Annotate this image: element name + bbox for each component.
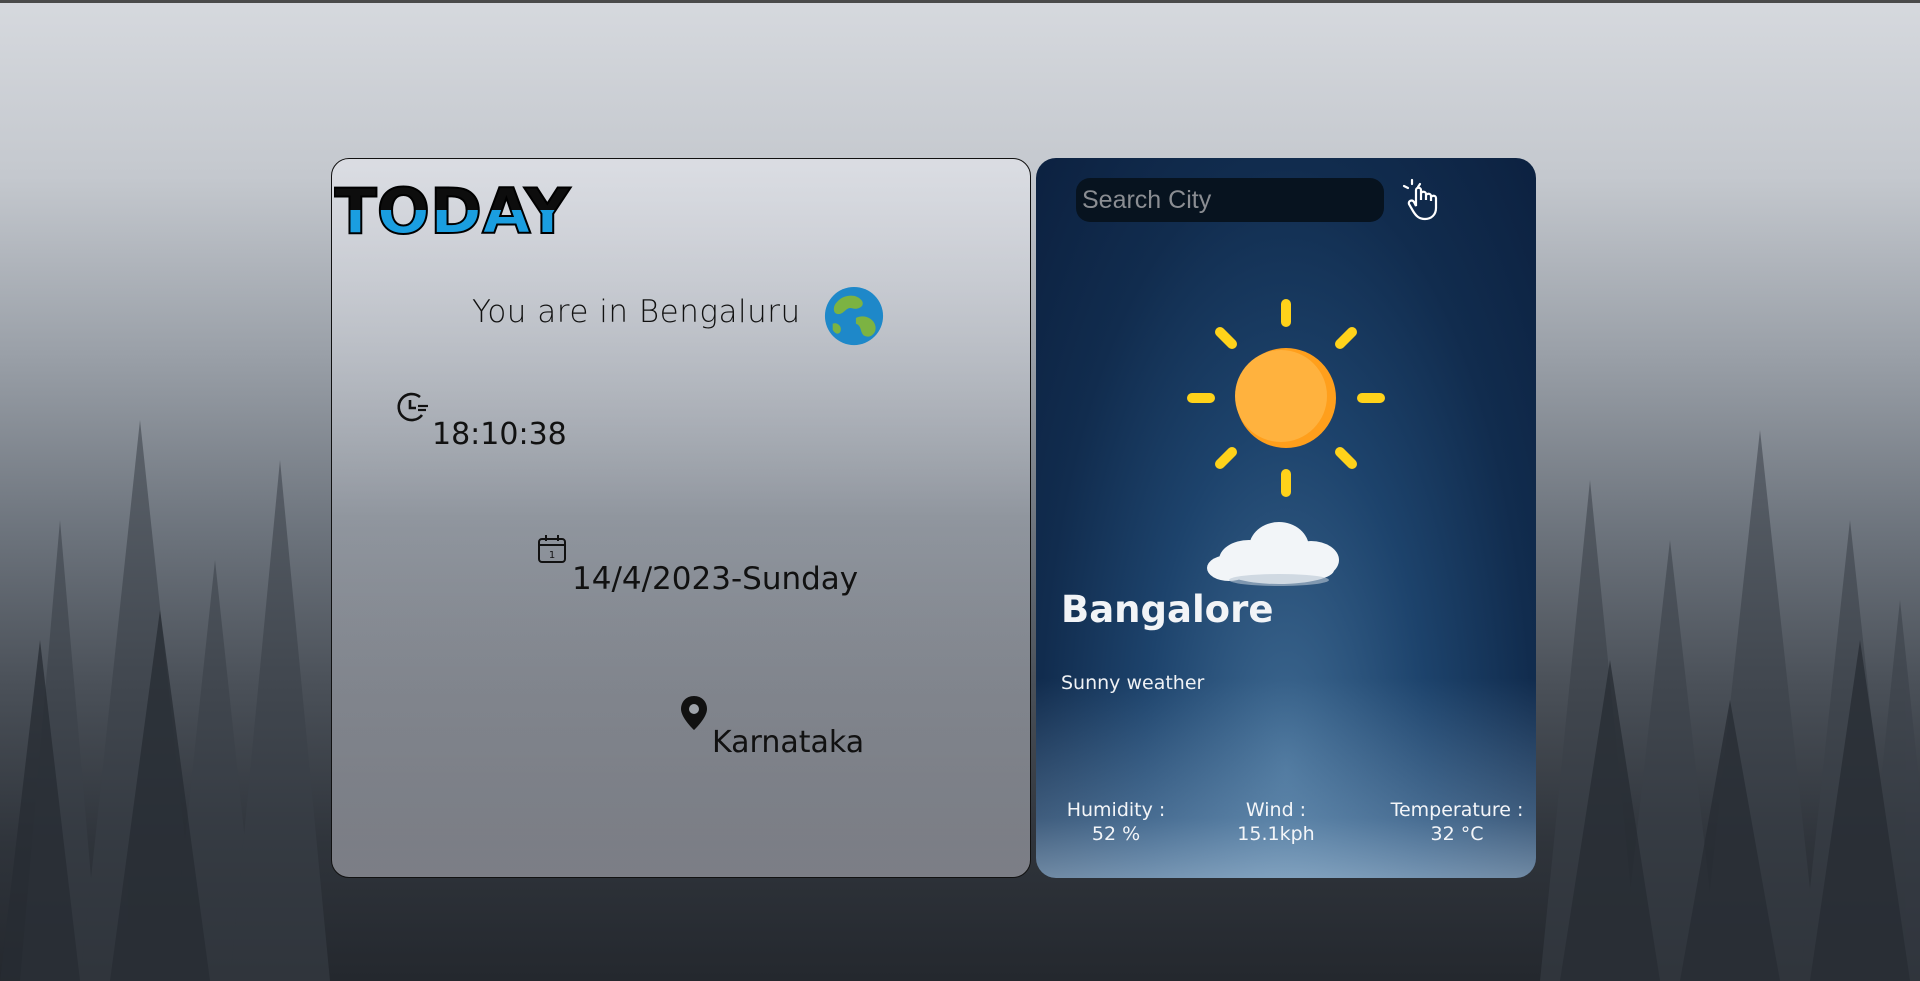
current-time: 18:10:38 (432, 417, 567, 452)
city-name: Bangalore (1061, 588, 1274, 631)
svg-text:TODAY: TODAY (334, 179, 571, 239)
clock-icon (397, 392, 428, 422)
sun-icon (1187, 299, 1385, 497)
weather-condition: Sunny weather (1061, 672, 1205, 694)
temperature-stat: Temperature : 32 °C (1382, 798, 1532, 846)
humidity-stat: Humidity : 52 % (1066, 798, 1166, 846)
current-region: Karnataka (712, 725, 865, 760)
temperature-value: 32 °C (1430, 823, 1484, 845)
calendar-icon: 1 (538, 535, 566, 563)
wind-value: 15.1kph (1237, 823, 1315, 845)
wind-stat: Wind : 15.1kph (1226, 798, 1326, 846)
globe-icon (824, 286, 884, 346)
humidity-label: Humidity : (1066, 799, 1166, 821)
today-logo: TODAY (334, 179, 572, 239)
current-date: 14/4/2023-Sunday (572, 561, 859, 597)
weather-card: Bangalore Sunny weather Humidity : 52 % … (1036, 158, 1536, 878)
svg-text:1: 1 (549, 550, 555, 561)
search-city-input[interactable] (1076, 178, 1384, 222)
wind-label: Wind : (1245, 799, 1307, 821)
temperature-label: Temperature : (1390, 799, 1524, 821)
current-location-text: You are in Bengaluru (472, 294, 801, 330)
pointer-hand-icon[interactable] (1400, 176, 1444, 222)
location-pin-icon (681, 696, 707, 730)
cloud-icon (1207, 522, 1339, 586)
humidity-value: 52 % (1091, 823, 1141, 845)
today-card: TODAY You are in Bengaluru 18:10:38 1 14… (331, 158, 1031, 878)
